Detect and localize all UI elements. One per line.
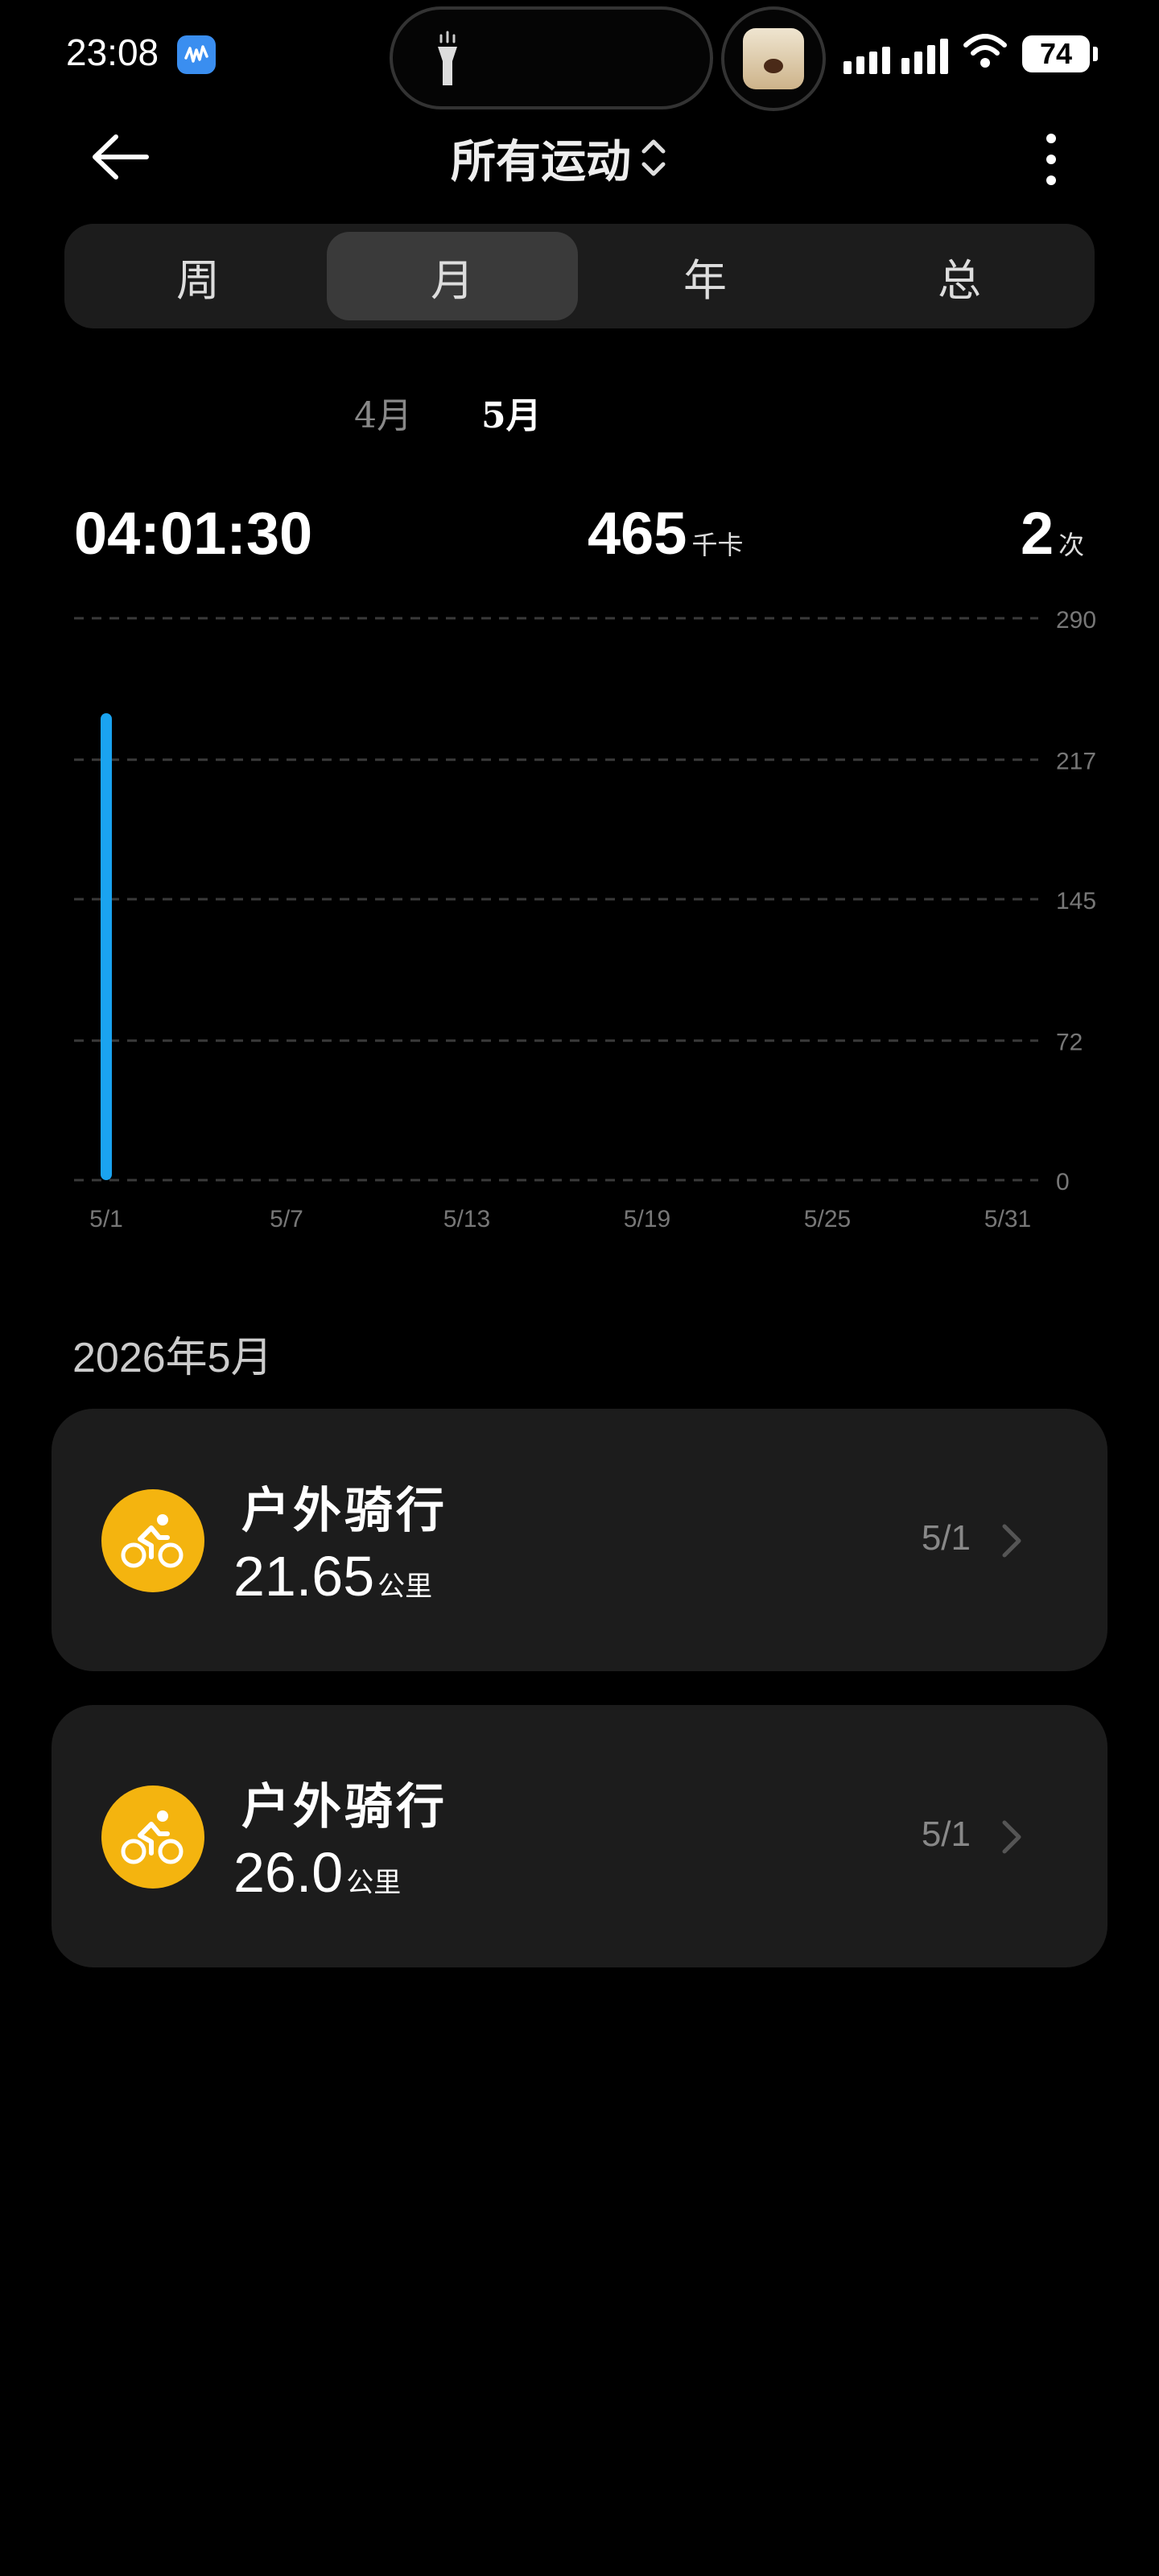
status-time: 23:08 xyxy=(66,31,159,73)
y-tick-label: 72 xyxy=(1056,1030,1083,1056)
distance-unit: 公里 xyxy=(377,1571,433,1602)
activity-distance: 26.0 公里 xyxy=(233,1840,401,1905)
activity-card[interactable]: 户外骑行 26.0 公里 5/1 xyxy=(52,1705,1107,1967)
activity-card[interactable]: 户外骑行 21.65 公里 5/1 xyxy=(52,1409,1107,1671)
x-tick-label: 5/25 xyxy=(804,1206,851,1232)
signal-icon xyxy=(843,35,948,74)
x-tick-label: 5/13 xyxy=(443,1206,490,1232)
monthly-chart[interactable]: 290 217 145 72 0 5/1 5/7 5/13 5/19 5/25 5/31 xyxy=(0,596,1159,1240)
activity-type-selector[interactable]: 所有运动 xyxy=(451,126,668,190)
stat-duration: 04:01:30 xyxy=(74,499,312,568)
month-tabs: 4月 5月 xyxy=(0,386,1159,443)
x-tick-label: 5/31 xyxy=(984,1206,1031,1232)
tab-month[interactable]: 月 xyxy=(327,232,578,320)
chevron-right-icon xyxy=(1002,1524,1021,1558)
month-tab-prev[interactable]: 4月 xyxy=(354,386,412,438)
more-button[interactable] xyxy=(1035,129,1067,190)
page-title: 所有运动 xyxy=(451,134,631,188)
stat-count: 2次 xyxy=(1021,499,1084,568)
album-art xyxy=(743,28,804,89)
month-tab-current[interactable]: 5月 xyxy=(481,386,542,438)
wifi-icon xyxy=(963,31,1008,74)
period-segmented-control: 周 月 年 总 xyxy=(64,224,1095,328)
tab-year[interactable]: 年 xyxy=(580,232,831,320)
chart-bar[interactable] xyxy=(101,712,112,1180)
activity-distance: 21.65 公里 xyxy=(233,1544,432,1608)
x-tick-label: 5/1 xyxy=(89,1206,123,1232)
back-button[interactable] xyxy=(89,129,153,185)
tab-total[interactable]: 总 xyxy=(834,232,1085,320)
activity-date: 5/1 xyxy=(921,1518,971,1558)
app-notification-icon xyxy=(177,35,216,74)
chevron-right-icon xyxy=(1002,1820,1021,1854)
duration-value: 04:01:30 xyxy=(74,500,313,567)
distance-unit: 公里 xyxy=(346,1868,402,1898)
y-tick-label: 290 xyxy=(1056,607,1096,634)
cycling-icon xyxy=(101,1785,204,1889)
flashlight-icon[interactable] xyxy=(431,29,464,90)
month-section-header: 2026年5月 xyxy=(72,1335,273,1381)
distance-value: 21.65 xyxy=(233,1545,375,1608)
chart-svg: 290 217 145 72 0 5/1 5/7 5/13 5/19 5/25 5/31 xyxy=(74,607,1096,1232)
arrow-left-icon xyxy=(93,134,149,180)
y-tick-label: 217 xyxy=(1056,749,1096,775)
calories-value: 465 xyxy=(588,500,687,567)
activity-name: 户外骑行 xyxy=(241,1779,448,1835)
activity-date: 5/1 xyxy=(921,1814,971,1854)
tab-week[interactable]: 周 xyxy=(72,232,324,320)
y-tick-label: 0 xyxy=(1056,1169,1070,1195)
chevron-up-down-icon xyxy=(641,139,666,176)
x-tick-label: 5/7 xyxy=(270,1206,303,1232)
more-vertical-icon xyxy=(1046,134,1056,185)
count-unit: 次 xyxy=(1058,530,1085,560)
status-bar: 23:08 74 xyxy=(0,0,1159,113)
count-value: 2 xyxy=(1021,500,1054,567)
x-tick-label: 5/19 xyxy=(624,1206,670,1232)
y-tick-label: 145 xyxy=(1056,888,1096,914)
battery-icon: 74 xyxy=(1022,35,1098,72)
calories-unit: 千卡 xyxy=(691,530,744,560)
activity-name: 户外骑行 xyxy=(241,1483,448,1539)
stat-calories: 465 千卡 xyxy=(588,499,743,568)
cycling-icon xyxy=(101,1489,204,1592)
distance-value: 26.0 xyxy=(233,1841,344,1904)
music-album-icon[interactable] xyxy=(721,6,826,111)
